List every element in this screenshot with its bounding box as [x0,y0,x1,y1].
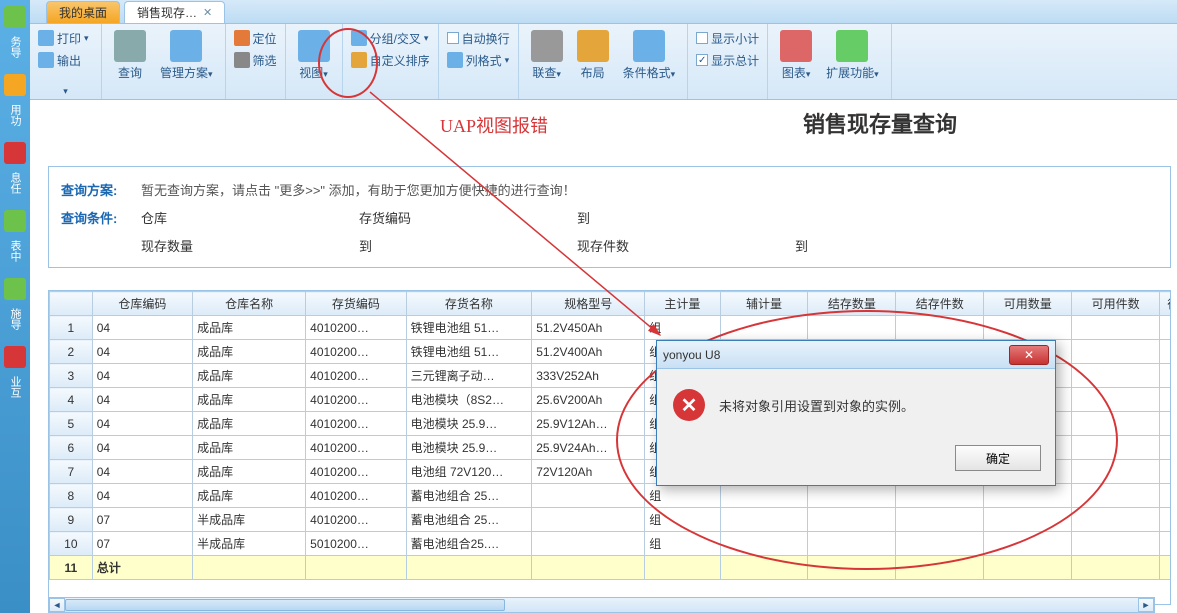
output-icon [38,52,54,68]
ribbon: 打印▾ 输出 ▾ 查询 管理方案▾ 定位 筛选 视图▾ 分组/交叉▾ 自定义排序… [30,24,1177,100]
view-icon [298,30,330,62]
error-dialog: yonyou U8 ✕ ✕ 未将对象引用设置到对象的实例。 确定 [656,340,1056,486]
dialog-close-button[interactable]: ✕ [1009,345,1049,365]
field-qty: 现存数量 [141,239,193,254]
checkbox-icon [696,32,708,44]
close-icon[interactable]: ✕ [203,6,212,19]
title-row: 销售现存量查询 [30,100,1177,146]
left-sidebar: 务导 用功 息任 表中 施导 业互 [0,0,30,613]
total-row: 11总计 [50,556,1172,580]
table-row[interactable]: 1007半成品库5010200…蓄电池组合25.…组 [50,532,1172,556]
extension-button[interactable]: 扩展功能▾ [822,28,883,83]
chart-icon [780,30,812,62]
layout-icon [577,30,609,62]
query-scheme-label: 查询方案: [61,180,141,199]
link-query-button[interactable]: 联查▾ [527,28,567,83]
locate-button[interactable]: 定位 [234,28,277,48]
checkbox-checked-icon: ✓ [696,54,708,66]
cond-format-icon [633,30,665,62]
subtotal-check[interactable]: 显示小计 [696,28,759,48]
table-row[interactable]: 907半成品库4010200…蓄电池组合 25…组 [50,508,1172,532]
sidebar-label[interactable]: 业互 [7,376,23,398]
view-button[interactable]: 视图▾ [294,28,334,83]
search-icon [114,30,146,62]
query-panel: 查询方案: 暂无查询方案，请点击 "更多>>" 添加，有助于您更加方便快捷的进行… [48,166,1171,268]
sort-icon [351,52,367,68]
error-icon: ✕ [673,389,705,421]
col-header[interactable]: 结存数量 [808,292,896,316]
col-header[interactable]: 存货编码 [306,292,406,316]
scroll-left-button[interactable]: ◄ [49,598,65,612]
col-header[interactable]: 仓库名称 [193,292,306,316]
dialog-message: 未将对象引用设置到对象的实例。 [719,396,914,415]
page-title: 销售现存量查询 [803,107,957,139]
output-button[interactable]: 输出 [38,50,89,70]
sidebar-label[interactable]: 表中 [7,240,23,262]
auto-wrap-check[interactable]: 自动换行 [447,28,510,48]
field-to: 到 [795,239,808,254]
link-icon [531,30,563,62]
layout-button[interactable]: 布局 [573,28,613,83]
cond-format-button[interactable]: 条件格式▾ [619,28,680,83]
col-format-button[interactable]: 列格式▾ [447,50,510,70]
sidebar-label[interactable]: 用功 [7,104,23,126]
print-button[interactable]: 打印▾ [38,28,89,48]
sidebar-label[interactable]: 息任 [7,172,23,194]
total-check[interactable]: ✓显示总计 [696,50,759,70]
locate-icon [234,30,250,46]
dialog-titlebar[interactable]: yonyou U8 ✕ [657,341,1055,369]
table-row[interactable]: 104成品库4010200…铁锂电池组 51…51.2V450Ah组 [50,316,1172,340]
sidebar-label[interactable]: 务导 [7,36,23,58]
scroll-right-button[interactable]: ► [1138,598,1154,612]
col-header[interactable]: 可用数量 [984,292,1072,316]
dialog-title: yonyou U8 [663,348,720,362]
field-stock-code: 存货编码 [359,211,411,226]
col-header[interactable]: 可用件数 [1072,292,1160,316]
dialog-ok-button[interactable]: 确定 [955,445,1041,471]
col-header[interactable]: 主计量 [645,292,720,316]
col-header[interactable]: 辅计量 [720,292,808,316]
group-icon [351,30,367,46]
tab-sales-stock[interactable]: 销售现存…✕ [124,1,225,23]
manage-scheme-button[interactable]: 管理方案▾ [156,28,217,83]
chart-button[interactable]: 图表▾ [776,28,816,83]
col-header[interactable]: 规格型号 [532,292,645,316]
query-button[interactable]: 查询 [110,28,150,83]
col-header[interactable]: 结存件数 [896,292,984,316]
field-warehouse: 仓库 [141,211,167,226]
query-cond-label: 查询条件: [61,208,141,227]
table-row[interactable]: 804成品库4010200…蓄电池组合 25…组 [50,484,1172,508]
scheme-icon [170,30,202,62]
col-header[interactable]: 存货名称 [406,292,532,316]
print-icon [38,30,54,46]
tab-desktop[interactable]: 我的桌面 [46,1,120,23]
query-scheme-hint: 暂无查询方案，请点击 "更多>>" 添加，有助于您更加方便快捷的进行查询！ [141,180,576,199]
h-scrollbar[interactable]: ◄ ► [48,597,1155,613]
filter-button[interactable]: 筛选 [234,50,277,70]
field-to: 到 [577,211,590,226]
scroll-thumb[interactable] [65,599,505,611]
ext-icon [836,30,868,62]
sidebar-label[interactable]: 施导 [7,308,23,330]
filter-icon [234,52,250,68]
checkbox-icon [447,32,459,44]
col-header[interactable]: 仓库编码 [92,292,192,316]
scroll-track[interactable] [65,598,1138,612]
group-cross-button[interactable]: 分组/交叉▾ [351,28,430,48]
col-format-icon [447,52,463,68]
field-to: 到 [359,239,372,254]
col-header[interactable]: 待发货数量 [1160,292,1171,316]
field-pieces: 现存件数 [577,239,629,254]
tabs-row: 我的桌面 销售现存…✕ [30,0,1177,24]
close-icon: ✕ [1024,348,1034,362]
custom-sort-button[interactable]: 自定义排序 [351,50,430,70]
